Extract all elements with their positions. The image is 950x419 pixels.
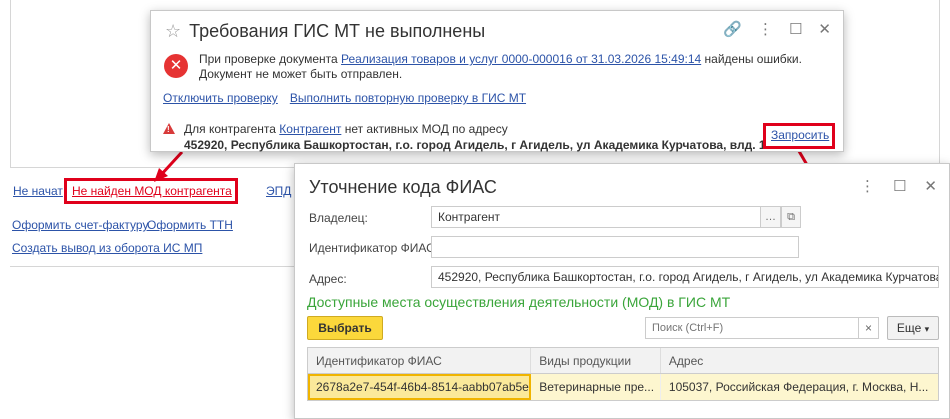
cell-address[interactable]: 105037, Российская Федерация, г. Москва,… — [661, 374, 938, 400]
gis-mt-requirements-dialog: ☆ Требования ГИС МТ не выполнены 🔗 ⋮ ☐ ✕… — [150, 10, 844, 152]
document-link[interactable]: Реализация товаров и услуг 0000-000016 о… — [341, 52, 701, 66]
choose-button[interactable]: Выбрать — [307, 316, 383, 340]
more-icon[interactable]: ⋮ — [758, 20, 773, 38]
divider — [10, 266, 340, 267]
epd-link[interactable]: ЭПД — [266, 184, 291, 198]
warning-address: 452920, Республика Башкортостан, г.о. го… — [184, 138, 766, 152]
table-header: Идентификатор ФИАС Виды продукции Адрес — [308, 348, 938, 374]
column-address[interactable]: Адрес — [661, 348, 938, 373]
owner-field[interactable]: Контрагент — [431, 206, 761, 228]
fias-id-field[interactable] — [431, 236, 799, 258]
withdraw-link[interactable]: Создать вывод из оборота ИС МП — [12, 241, 202, 255]
search-clear-icon[interactable]: × — [859, 317, 879, 339]
dialog-header-icons: 🔗 ⋮ ☐ ✕ — [723, 20, 831, 38]
dialog-title: ☆ Требования ГИС МТ не выполнены — [165, 21, 486, 42]
status-not-started-link[interactable]: Не начат — [13, 184, 63, 198]
address-label: Адрес: — [309, 272, 347, 286]
fias-header-icons: ⋮ ☐ ✕ — [860, 177, 937, 195]
ttn-link[interactable]: Оформить ТТН — [147, 218, 233, 232]
error-icon: ✕ — [164, 54, 188, 78]
column-product-types[interactable]: Виды продукции — [531, 348, 661, 373]
owner-select-button[interactable]: … — [761, 206, 781, 228]
chevron-down-icon: ▾ — [924, 324, 930, 334]
fias-code-dialog: Уточнение кода ФИАС ⋮ ☐ ✕ Владелец: Конт… — [294, 163, 950, 419]
warning-message: Для контрагента Контрагент нет активных … — [184, 122, 766, 152]
address-field[interactable]: 452920, Республика Башкортостан, г.о. го… — [431, 266, 939, 288]
request-link[interactable]: Запросить — [771, 128, 829, 142]
fias-dialog-title: Уточнение кода ФИАС — [309, 177, 497, 197]
close-icon[interactable]: ✕ — [818, 20, 831, 38]
link-icon[interactable]: 🔗 — [723, 20, 742, 38]
recheck-link[interactable]: Выполнить повторную проверку в ГИС МТ — [290, 91, 526, 105]
more-icon[interactable]: ⋮ — [860, 177, 875, 195]
more-button[interactable]: Еще ▾ — [887, 316, 939, 340]
disable-check-link[interactable]: Отключить проверку — [163, 91, 278, 105]
fias-id-label: Идентификатор ФИАС: — [309, 241, 439, 255]
close-icon[interactable]: ✕ — [924, 177, 937, 195]
maximize-icon[interactable]: ☐ — [893, 177, 906, 195]
table-row[interactable]: 2678a2e7-454f-46b4-8514-aabb07ab5e... Ве… — [308, 374, 938, 400]
owner-label: Владелец: — [309, 211, 368, 225]
owner-open-icon[interactable]: ⧉ — [781, 206, 801, 228]
search-input[interactable] — [645, 317, 859, 339]
warning-icon — [163, 123, 175, 134]
counterparty-link[interactable]: Контрагент — [279, 122, 341, 136]
minimize-icon[interactable]: ☐ — [789, 20, 802, 38]
mod-not-found-link[interactable]: Не найден МОД контрагента — [72, 184, 232, 198]
mod-section-title: Доступные места осуществления деятельнос… — [307, 294, 731, 310]
column-fias-id[interactable]: Идентификатор ФИАС — [308, 348, 532, 373]
cell-product-types[interactable]: Ветеринарные пре... — [531, 374, 661, 400]
invoice-link[interactable]: Оформить счет-фактуру — [12, 218, 148, 232]
arrow-to-mod-icon — [154, 150, 184, 182]
star-icon[interactable]: ☆ — [165, 21, 181, 42]
mod-table: Идентификатор ФИАС Виды продукции Адрес … — [307, 347, 939, 401]
error-message: При проверке документа Реализация товаро… — [199, 52, 802, 81]
cell-fias-id[interactable]: 2678a2e7-454f-46b4-8514-aabb07ab5e... — [308, 374, 532, 400]
dialog-actions: Отключить проверку Выполнить повторную п… — [163, 91, 526, 105]
